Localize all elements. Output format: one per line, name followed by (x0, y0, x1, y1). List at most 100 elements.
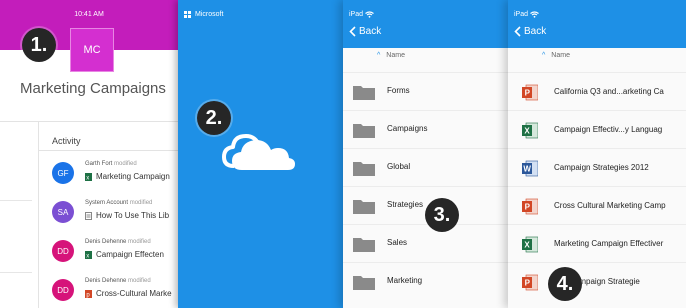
back-label: Back (524, 26, 547, 37)
wifi-icon (530, 11, 539, 18)
activity-file[interactable]: x Campaign Effecten (85, 250, 164, 259)
nav-bar: iPad Back (508, 0, 686, 48)
folder-icon (353, 200, 375, 214)
activity-file[interactable]: x Marketing Campaign (85, 172, 170, 181)
folder-icon (353, 124, 375, 138)
modified-label: modified (128, 239, 151, 245)
word-icon: W (522, 160, 538, 177)
folder-name: Forms (387, 86, 410, 95)
cloud-icon (222, 134, 295, 170)
activity-file-name: How To Use This Lib (96, 211, 170, 220)
activity-heading: Activity (52, 136, 81, 146)
site-title: Marketing Campaigns (20, 80, 166, 97)
activity-item[interactable]: DD Denis Dehenne modified p Cross-Cultur… (52, 274, 178, 308)
svg-text:X: X (524, 241, 530, 250)
status-time: 10:41 AM (74, 11, 104, 18)
file-row[interactable]: X Marketing Campaign Effectiver (508, 224, 686, 263)
file-row[interactable]: P California Q3 and...arketing Ca (508, 72, 686, 111)
sort-header[interactable]: ^ Name (377, 52, 405, 59)
sort-arrow-icon: ^ (377, 52, 381, 59)
svg-text:P: P (525, 203, 531, 212)
sort-label: Name (551, 52, 570, 59)
folder-name: Strategies (387, 200, 424, 209)
divider (0, 272, 32, 273)
svg-text:X: X (524, 127, 530, 136)
excel-icon: X (522, 122, 538, 139)
actor-name: Denis Dehenne (85, 239, 127, 245)
back-button[interactable]: Back (349, 26, 381, 37)
activity-file[interactable]: How To Use This Lib (85, 211, 169, 220)
svg-text:P: P (525, 279, 531, 288)
actor-name: Denis Dehenne (85, 278, 127, 284)
folder-name: Global (387, 162, 411, 171)
file-row[interactable]: P Cross Cultural Marketing Camp (508, 186, 686, 225)
file-row[interactable]: X Campaign Effectiv...y Languag (508, 110, 686, 149)
folder-row[interactable]: Sales (343, 224, 508, 263)
powerpoint-icon: P (522, 84, 538, 101)
activity-actor: Garth Fort modified (85, 161, 137, 167)
files-panel: iPad Back ^ Name P California Q3 and...a… (508, 0, 686, 308)
file-name: Cross Cultural Marketing Camp (554, 201, 666, 210)
excel-icon: x (85, 250, 92, 259)
step-badge-2: 2. (197, 101, 231, 135)
svg-text:x: x (86, 253, 89, 259)
folder-row[interactable]: Global (343, 148, 508, 187)
activity-item[interactable]: DD Denis Dehenne modified x Campaign Eff… (52, 235, 178, 269)
nav-bar: iPad Back (343, 0, 508, 48)
folder-name: Marketing (387, 276, 423, 285)
step-badge-1: 1. (22, 28, 56, 62)
chevron-left-icon (349, 26, 356, 37)
file-row[interactable]: P ting Campaign Strategie (508, 262, 686, 301)
activity-actor: Denis Dehenne modified (85, 239, 151, 245)
avatar: SA (52, 201, 74, 223)
divider (38, 150, 178, 151)
activity-file[interactable]: p Cross-Cultural Marke (85, 289, 172, 298)
sort-label: Name (386, 52, 405, 59)
chevron-left-icon (514, 26, 521, 37)
excel-icon: x (85, 172, 92, 181)
svg-text:W: W (523, 165, 531, 174)
svg-text:P: P (525, 89, 531, 98)
activity-file-name: Campaign Effecten (96, 250, 164, 259)
folder-name: Campaigns (387, 124, 428, 133)
status-device: iPad (514, 11, 529, 18)
activity-file-name: Cross-Cultural Marke (96, 289, 172, 298)
sort-arrow-icon: ^ (542, 52, 546, 59)
brand-label: Microsoft (195, 11, 224, 18)
status-device: iPad (349, 11, 364, 18)
folder-icon (353, 162, 375, 176)
step-badge-3: 3. (425, 198, 459, 232)
onedrive-panel: Microsoft (178, 0, 343, 308)
microsoft-brand: Microsoft (184, 11, 223, 18)
avatar: DD (52, 240, 74, 262)
file-name: Campaign Strategies 2012 (554, 163, 649, 172)
divider (0, 200, 32, 201)
activity-item[interactable]: SA System Account modified How To Use Th… (52, 196, 178, 230)
sort-header[interactable]: ^ Name (542, 52, 570, 59)
back-button[interactable]: Back (514, 26, 546, 37)
avatar: DD (52, 279, 74, 301)
folder-icon (353, 238, 375, 252)
back-label: Back (359, 26, 382, 37)
site-logo-tile[interactable]: MC (70, 28, 114, 72)
folder-row[interactable]: Marketing (343, 262, 508, 301)
windows-logo-icon (184, 11, 191, 18)
file-name: California Q3 and...arketing Ca (554, 87, 664, 96)
activity-item[interactable]: GF Garth Fort modified x Marketing Campa… (52, 157, 178, 191)
powerpoint-icon: P (522, 274, 538, 291)
folder-name: Sales (387, 238, 408, 247)
page-icon (85, 211, 92, 220)
wifi-icon (365, 11, 374, 18)
modified-label: modified (114, 161, 137, 167)
activity-actor: Denis Dehenne modified (85, 278, 151, 284)
file-row[interactable]: W Campaign Strategies 2012 (508, 148, 686, 187)
actor-name: System Account (85, 200, 129, 206)
modified-label: modified (129, 200, 153, 206)
divider (0, 121, 178, 122)
activity-actor: System Account modified (85, 200, 152, 206)
modified-label: modified (128, 278, 151, 284)
avatar: GF (52, 162, 74, 184)
folder-row[interactable]: Campaigns (343, 110, 508, 149)
step-badge-4: 4. (548, 267, 582, 301)
folder-row[interactable]: Forms (343, 72, 508, 111)
